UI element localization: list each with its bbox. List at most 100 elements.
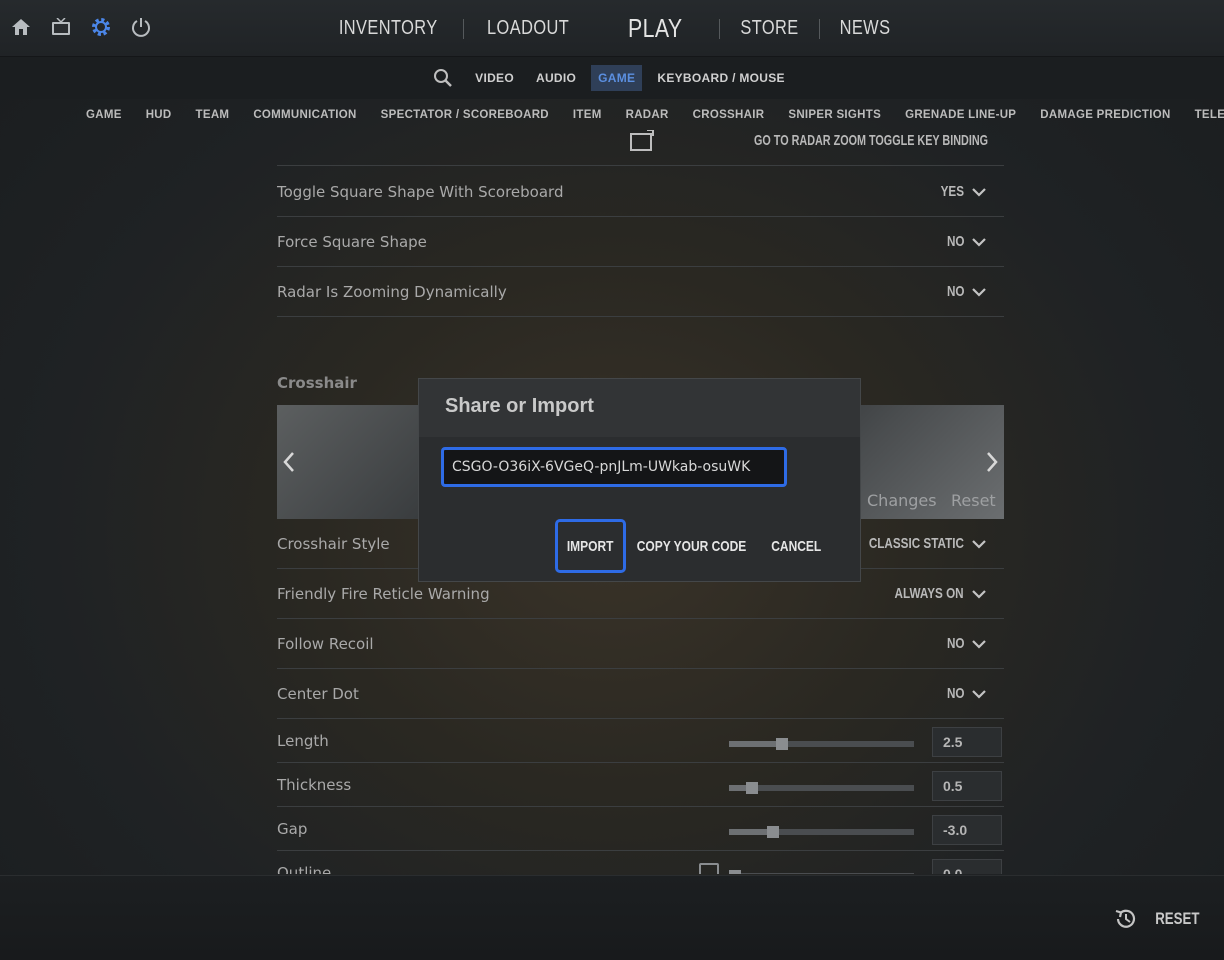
outline-checkbox[interactable] — [699, 863, 719, 874]
tab-audio[interactable]: AUDIO — [529, 65, 583, 91]
chevron-down-icon — [972, 237, 986, 247]
import-button-label: IMPORT — [567, 537, 614, 555]
dialog-title: Share or Import — [445, 395, 594, 417]
setting-row[interactable]: Toggle Square Shape With Scoreboard YES — [277, 167, 1004, 217]
tab-keyboard-mouse[interactable]: KEYBOARD / MOUSE — [650, 65, 791, 91]
history-icon — [1115, 909, 1136, 928]
setting-row[interactable]: Force Square Shape NO — [277, 217, 1004, 267]
nav-divider — [818, 18, 820, 39]
setting-label: Length — [277, 731, 329, 750]
preview-changes-label[interactable]: Changes — [867, 491, 937, 510]
dialog-header: Share or Import — [419, 379, 860, 437]
crosshair-code-input[interactable] — [441, 447, 787, 487]
slider-thumb[interactable] — [746, 782, 759, 794]
reset-label: RESET — [1155, 909, 1200, 928]
setting-dropdown[interactable]: CLASSIC STATIC — [842, 535, 986, 552]
keybinding-icon — [629, 129, 654, 151]
category-sniper-sights[interactable]: SNIPER SIGHTS — [788, 109, 881, 121]
slider-fill — [729, 741, 782, 747]
setting-row[interactable]: Follow Recoil NO — [277, 619, 1004, 669]
search-icon[interactable] — [432, 67, 454, 89]
slider-track[interactable] — [729, 870, 914, 874]
nav-play[interactable]: PLAY — [603, 13, 707, 44]
nav-news[interactable]: NEWS — [828, 17, 902, 40]
setting-label: Thickness — [277, 775, 352, 794]
copy-code-button-label: COPY YOUR CODE — [636, 537, 746, 555]
setting-label: Crosshair Style — [277, 534, 390, 553]
chevron-down-icon — [972, 539, 986, 549]
cancel-button-label: CANCEL — [771, 537, 821, 555]
nav-divider — [718, 18, 720, 39]
category-team[interactable]: TEAM — [196, 109, 230, 121]
setting-value: CLASSIC STATIC — [868, 535, 964, 552]
category-radar[interactable]: RADAR — [626, 109, 669, 121]
nav-loadout[interactable]: LOADOUT — [475, 17, 580, 40]
copy-code-button[interactable]: COPY YOUR CODE — [635, 519, 747, 573]
setting-row[interactable]: Radar Is Zooming Dynamically NO — [277, 267, 1004, 317]
section-title: Crosshair — [277, 374, 357, 392]
category-crosshair[interactable]: CROSSHAIR — [693, 109, 765, 121]
nav-inventory[interactable]: INVENTORY — [328, 17, 450, 40]
radar-keybinding[interactable]: GO TO RADAR ZOOM TOGGLE KEY BINDING — [629, 129, 988, 152]
setting-dropdown[interactable]: ALWAYS ON — [875, 585, 986, 602]
main-nav: INVENTORY LOADOUT PLAY STORE NEWS — [0, 0, 1224, 57]
slider-value-input[interactable]: -3.0 — [932, 815, 1002, 845]
slider-thumb[interactable] — [775, 738, 788, 750]
setting-dropdown[interactable]: NO — [942, 635, 987, 652]
share-import-dialog: Share or Import IMPORT COPY YOUR CODE CA… — [418, 378, 861, 582]
setting-label: Toggle Square Shape With Scoreboard — [277, 182, 564, 201]
setting-value: ALWAYS ON — [894, 585, 964, 602]
chevron-down-icon — [972, 689, 986, 699]
preview-reset-label[interactable]: Reset — [951, 491, 996, 510]
setting-label: Friendly Fire Reticle Warning — [277, 584, 490, 603]
cancel-button[interactable]: CANCEL — [765, 519, 827, 573]
setting-dropdown[interactable]: NO — [942, 685, 987, 702]
setting-dropdown[interactable]: NO — [942, 233, 987, 250]
setting-label: Radar Is Zooming Dynamically — [277, 282, 507, 301]
slider-track[interactable] — [729, 738, 914, 750]
nav-divider — [462, 18, 464, 39]
setting-label: Force Square Shape — [277, 232, 427, 251]
slider-thumb[interactable] — [767, 826, 780, 838]
category-damage-prediction[interactable]: DAMAGE PREDICTION — [1040, 109, 1170, 121]
setting-label: Center Dot — [277, 684, 359, 703]
radar-keybinding-label: GO TO RADAR ZOOM TOGGLE KEY BINDING — [753, 132, 988, 149]
slider-track[interactable] — [729, 782, 914, 794]
tab-game[interactable]: GAME — [591, 65, 643, 91]
setting-value: NO — [946, 283, 964, 300]
category-game[interactable]: GAME — [86, 109, 122, 121]
slider-row: Length 2.5 — [277, 719, 1004, 763]
footer-bar: RESET — [0, 875, 1224, 960]
slider-row: Gap -3.0 — [277, 807, 1004, 851]
import-button[interactable]: IMPORT — [555, 519, 626, 573]
top-bar: INVENTORY LOADOUT PLAY STORE NEWS — [0, 0, 1224, 57]
setting-value: NO — [946, 233, 964, 250]
slider-value-input[interactable]: 0.5 — [932, 771, 1002, 801]
category-communication[interactable]: COMMUNICATION — [253, 109, 356, 121]
category-hud[interactable]: HUD — [146, 109, 172, 121]
chevron-left-icon[interactable] — [281, 450, 297, 474]
chevron-down-icon — [972, 187, 986, 197]
chevron-down-icon — [972, 589, 986, 599]
reset-button[interactable]: RESET — [1113, 906, 1206, 932]
category-item[interactable]: ITEM — [573, 109, 602, 121]
setting-label: Gap — [277, 819, 308, 838]
slider-thumb[interactable] — [729, 870, 741, 874]
category-spectator-scoreboard[interactable]: SPECTATOR / SCOREBOARD — [381, 109, 549, 121]
slider-track[interactable] — [729, 826, 914, 838]
chevron-right-icon[interactable] — [984, 450, 1000, 474]
radar-keybinding-row[interactable]: GO TO RADAR ZOOM TOGGLE KEY BINDING — [277, 128, 1004, 166]
setting-row[interactable]: Center Dot NO — [277, 669, 1004, 719]
setting-value: NO — [946, 635, 964, 652]
setting-dropdown[interactable]: YES — [934, 183, 986, 200]
setting-label: Follow Recoil — [277, 634, 374, 653]
setting-dropdown[interactable]: NO — [942, 283, 987, 300]
slider-value-input[interactable]: 0.0 — [932, 859, 1002, 874]
category-grenade-lineup[interactable]: GRENADE LINE-UP — [905, 109, 1016, 121]
category-telemetry[interactable]: TELEMETRY — [1195, 109, 1224, 121]
tab-video[interactable]: VIDEO — [468, 65, 521, 91]
slider-value-input[interactable]: 2.5 — [932, 727, 1002, 757]
nav-store[interactable]: STORE — [728, 17, 809, 40]
settings-tabs: VIDEO AUDIO GAME KEYBOARD / MOUSE — [0, 57, 1224, 99]
slider-row: Outline 0.0 — [277, 851, 1004, 874]
